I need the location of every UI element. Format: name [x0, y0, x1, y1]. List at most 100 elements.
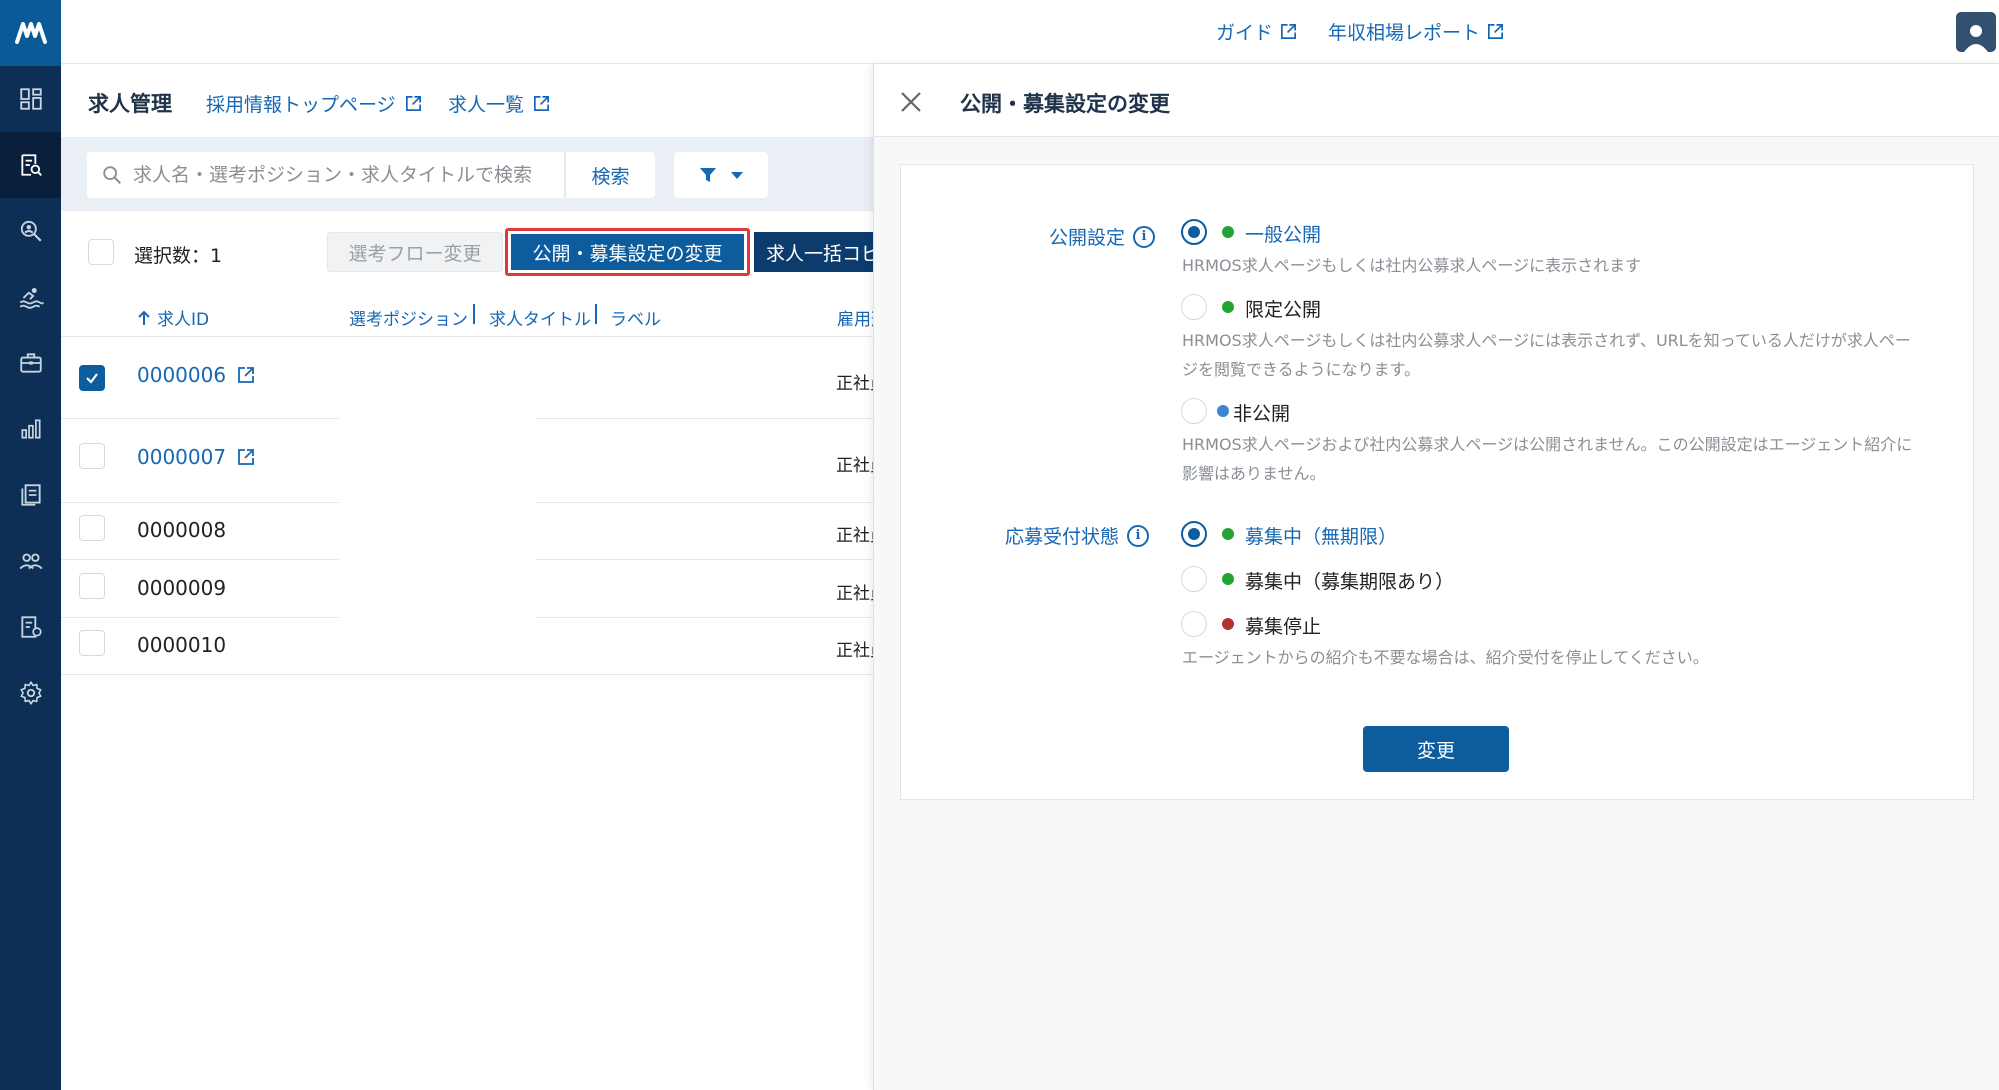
table-row[interactable]: 0000007 正社員	[61, 419, 873, 503]
publish-settings-panel: 公開・募集設定の変更 公開設定 i 一般公開 HRMOS求人ページもしくは社内公…	[873, 64, 1999, 1090]
close-icon[interactable]	[898, 89, 924, 115]
page-header: 求人管理 採用情報トップページ 求人一覧	[61, 64, 873, 137]
status-dot	[1217, 405, 1229, 417]
gear-icon	[19, 681, 42, 705]
sidebar-item-jobs[interactable]	[0, 132, 61, 198]
sidebar-item-candidate-search[interactable]	[0, 198, 61, 264]
search-field	[87, 152, 564, 198]
row-checkbox[interactable]	[79, 573, 105, 599]
sidebar-item-settings[interactable]	[0, 660, 61, 726]
publish-option-limited-radio[interactable]	[1181, 294, 1207, 320]
publish-setting-label-text: 公開設定	[1049, 227, 1126, 249]
bulk-action-bar: 選択数：1 選考フロー変更 公開・募集設定の変更 求人一括コピー	[61, 211, 873, 291]
sort-job-id[interactable]: 求人ID	[137, 305, 209, 330]
table-row[interactable]: 0000010 正社員	[61, 618, 873, 675]
search-bar: 検索	[61, 137, 873, 211]
table-row[interactable]: 0000009 正社員	[61, 560, 873, 618]
bar-chart-icon	[20, 419, 41, 439]
guide-link[interactable]: ガイド	[1216, 18, 1298, 45]
publish-settings-change-button[interactable]: 公開・募集設定の変更	[511, 234, 744, 270]
row-checkbox[interactable]	[79, 365, 105, 391]
column-job-id: 求人ID	[157, 310, 210, 330]
external-link-icon	[405, 95, 421, 112]
publish-option-private-radio[interactable]	[1181, 398, 1207, 424]
employment-type: 正社員	[836, 456, 873, 476]
recruit-option-open-label[interactable]: 募集中（無期限）	[1245, 522, 1397, 549]
filter-dropdown-button[interactable]	[674, 152, 768, 198]
publish-option-general-label[interactable]: 一般公開	[1245, 220, 1321, 247]
column-title[interactable]: 求人タイトル	[489, 305, 591, 330]
hrmos-logo-icon	[14, 22, 47, 44]
panel-header: 公開・募集設定の変更	[874, 64, 1999, 137]
status-dot	[1222, 618, 1234, 630]
column-divider	[473, 304, 475, 324]
sidebar-item-dashboard[interactable]	[0, 66, 61, 132]
salary-report-link-label: 年収相場レポート	[1328, 22, 1481, 44]
table-row[interactable]: 0000006 正社員	[61, 337, 873, 419]
status-dot	[1222, 301, 1234, 313]
row-divider	[61, 674, 873, 675]
row-checkbox[interactable]	[79, 630, 105, 656]
selected-count: 選択数：1	[134, 245, 223, 267]
recruit-option-stopped-radio[interactable]	[1181, 611, 1207, 637]
publish-option-limited-label[interactable]: 限定公開	[1245, 295, 1321, 322]
recruit-option-stopped-label[interactable]: 募集停止	[1245, 612, 1321, 639]
table-row[interactable]: 0000008 正社員	[61, 503, 873, 560]
employment-type: 正社員	[836, 584, 873, 604]
job-id: 0000006	[137, 363, 227, 387]
external-link-icon	[1281, 23, 1297, 40]
job-list-link[interactable]: 求人一覧	[448, 90, 551, 117]
search-input[interactable]	[133, 164, 553, 186]
job-id-link[interactable]: 0000006	[137, 363, 256, 387]
recruit-top-link-label: 採用情報トップページ	[206, 94, 396, 116]
sidebar-item-reports[interactable]	[0, 396, 61, 462]
column-label[interactable]: ラベル	[610, 305, 661, 330]
job-search-icon	[20, 154, 42, 176]
select-all-checkbox[interactable]	[88, 239, 114, 265]
column-employment[interactable]: 雇用形態	[837, 305, 873, 330]
recruit-status-label-text: 応募受付状態	[1005, 526, 1120, 548]
salary-report-link[interactable]: 年収相場レポート	[1328, 18, 1505, 45]
job-id: 0000010	[137, 633, 227, 657]
recruit-option-deadline-label[interactable]: 募集中（募集期限あり）	[1245, 567, 1454, 594]
job-id-link[interactable]: 0000007	[137, 445, 256, 469]
recruit-status-label: 応募受付状態 i	[1005, 522, 1150, 549]
filter-icon	[700, 168, 716, 182]
sidebar-item-forms[interactable]	[0, 594, 61, 660]
submit-change-button[interactable]: 変更	[1363, 726, 1509, 772]
info-icon[interactable]: i	[1133, 225, 1156, 248]
sidebar-item-briefcase[interactable]	[0, 330, 61, 396]
user-avatar[interactable]	[1956, 12, 1996, 52]
app-logo[interactable]	[0, 0, 61, 66]
employment-type: 正社員	[836, 374, 873, 394]
column-position[interactable]: 選考ポジション	[349, 305, 468, 330]
publish-option-general-radio[interactable]	[1181, 219, 1207, 245]
documents-icon	[20, 484, 41, 506]
checkmark-icon	[86, 373, 98, 384]
sidebar-item-members[interactable]	[0, 528, 61, 594]
publish-option-private-label[interactable]: 非公開	[1233, 399, 1290, 426]
swimmer-icon	[19, 288, 44, 309]
sidebar-item-documents[interactable]	[0, 462, 61, 528]
bulk-copy-button[interactable]: 求人一括コピー	[754, 232, 873, 272]
person-search-icon	[20, 220, 42, 242]
job-id: 0000008	[137, 518, 227, 542]
search-button[interactable]: 検索	[565, 152, 655, 198]
status-dot	[1222, 573, 1234, 585]
arrow-up-icon	[138, 310, 150, 325]
sidebar-item-agent[interactable]	[0, 264, 61, 330]
status-dot	[1222, 528, 1234, 540]
recruit-note: エージェントからの紹介も不要な場合は、紹介受付を停止してください。	[1182, 648, 1709, 667]
recruit-option-open-radio[interactable]	[1181, 521, 1207, 547]
recruit-top-link[interactable]: 採用情報トップページ	[206, 90, 423, 117]
selection-flow-change-button[interactable]: 選考フロー変更	[327, 232, 503, 272]
recruit-option-deadline-radio[interactable]	[1181, 566, 1207, 592]
settings-card: 公開設定 i 一般公開 HRMOS求人ページもしくは社内公募求人ページに表示され…	[900, 164, 1974, 800]
publish-option-limited-desc: HRMOS求人ページもしくは社内公募求人ページには表示されず、URLを知っている…	[1182, 331, 1911, 379]
row-checkbox[interactable]	[79, 515, 105, 541]
info-icon[interactable]: i	[1127, 524, 1150, 547]
sidebar	[0, 0, 61, 1090]
row-checkbox[interactable]	[79, 443, 105, 469]
status-dot	[1222, 226, 1234, 238]
job-id: 0000009	[137, 576, 227, 600]
